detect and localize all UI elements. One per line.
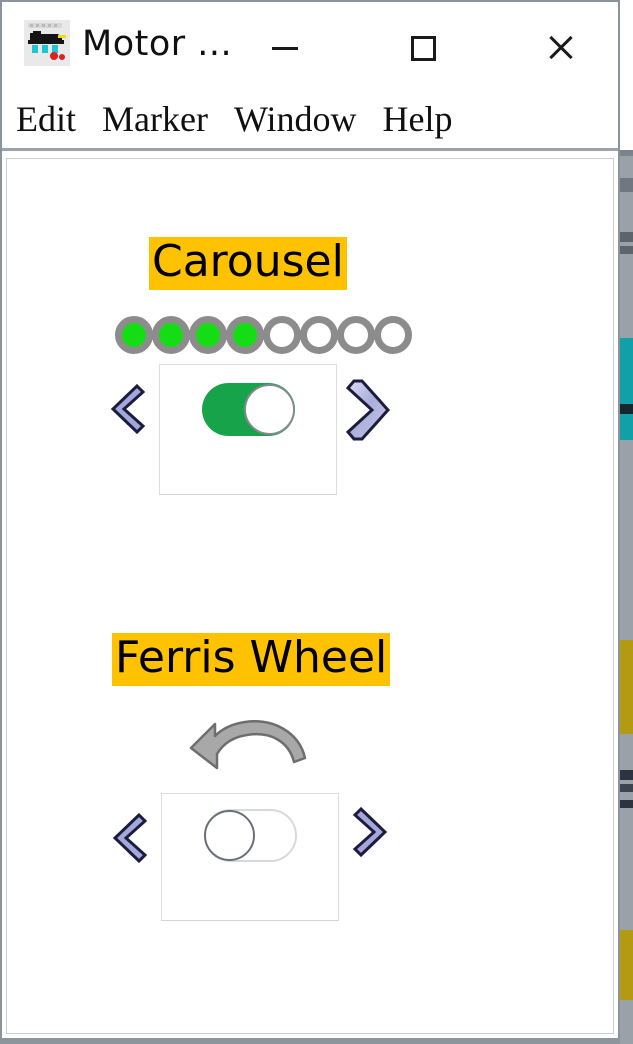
background-strip-segment <box>620 150 633 156</box>
progress-dot <box>226 315 264 354</box>
ferriswheel-rotation-indicator <box>7 710 613 777</box>
carousel-prev-button[interactable] <box>97 364 159 436</box>
menu-bar: Edit Marker Window Help <box>2 90 618 151</box>
background-strip-segment <box>620 178 633 192</box>
progress-dot <box>337 315 375 354</box>
ferriswheel-title: Ferris Wheel <box>112 633 391 686</box>
carousel-power-toggle[interactable] <box>201 382 295 436</box>
chevron-right-icon <box>345 379 391 441</box>
carousel-next-button[interactable] <box>337 364 399 444</box>
window-title: Motor ... <box>82 24 233 64</box>
title-bar[interactable]: Motor ... <box>2 2 618 90</box>
menu-item-help[interactable]: Help <box>383 101 453 137</box>
background-strip-segment <box>620 404 633 414</box>
toggle-knob <box>203 809 255 861</box>
app-window: Motor ... Edit Marker Window Help Carous… <box>0 0 620 1040</box>
close-icon <box>546 33 576 63</box>
ferriswheel-control-row <box>7 792 613 921</box>
progress-dot <box>374 315 412 354</box>
background-app-strip <box>620 0 633 1044</box>
ferriswheel-next-button[interactable] <box>339 793 401 859</box>
curved-arrow-left-icon <box>189 719 307 769</box>
background-strip-segment <box>620 338 633 410</box>
background-strip-segment <box>620 770 633 780</box>
menu-item-marker[interactable]: Marker <box>102 101 208 137</box>
progress-dot <box>300 315 338 354</box>
carousel-title: Carousel <box>149 237 347 290</box>
background-strip-segment <box>620 0 633 150</box>
chevron-left-icon <box>112 812 148 863</box>
menu-item-window[interactable]: Window <box>234 101 357 137</box>
progress-dot <box>152 315 190 354</box>
progress-dot <box>115 315 153 354</box>
maximize-button[interactable] <box>398 26 448 70</box>
chevron-right-icon <box>352 806 388 857</box>
progress-dot <box>263 315 301 354</box>
carousel-control-row <box>7 363 613 495</box>
background-strip-segment <box>620 800 633 808</box>
menu-item-edit[interactable]: Edit <box>16 101 76 137</box>
carousel-progress-dots <box>7 315 613 354</box>
progress-dot <box>189 315 227 354</box>
ferriswheel-toggle-box <box>161 792 339 921</box>
minimize-button[interactable] <box>260 26 310 70</box>
ride-section-ferriswheel: Ferris Wheel <box>7 633 613 921</box>
locomotive-icon <box>24 20 70 66</box>
maximize-icon <box>410 35 436 61</box>
background-strip-segment <box>620 414 633 440</box>
ride-section-carousel: Carousel <box>7 237 613 495</box>
minimize-icon <box>272 46 298 50</box>
background-strip-segment <box>620 640 633 734</box>
background-strip-segment <box>620 930 633 1000</box>
close-button[interactable] <box>536 26 586 70</box>
toggle-knob <box>243 383 295 435</box>
ferriswheel-label-row: Ferris Wheel <box>7 633 613 686</box>
background-strip-segment <box>620 246 633 254</box>
ferriswheel-power-toggle[interactable] <box>203 808 297 862</box>
carousel-toggle-box <box>159 363 337 495</box>
carousel-label-row: Carousel <box>7 237 613 290</box>
content-area: Carousel Ferris Wheel <box>2 151 618 1038</box>
content-panel: Carousel Ferris Wheel <box>6 158 614 1034</box>
chevron-left-icon <box>110 383 146 434</box>
background-strip-segment <box>620 232 633 242</box>
ferriswheel-prev-button[interactable] <box>99 793 161 865</box>
background-strip-segment <box>620 784 633 792</box>
